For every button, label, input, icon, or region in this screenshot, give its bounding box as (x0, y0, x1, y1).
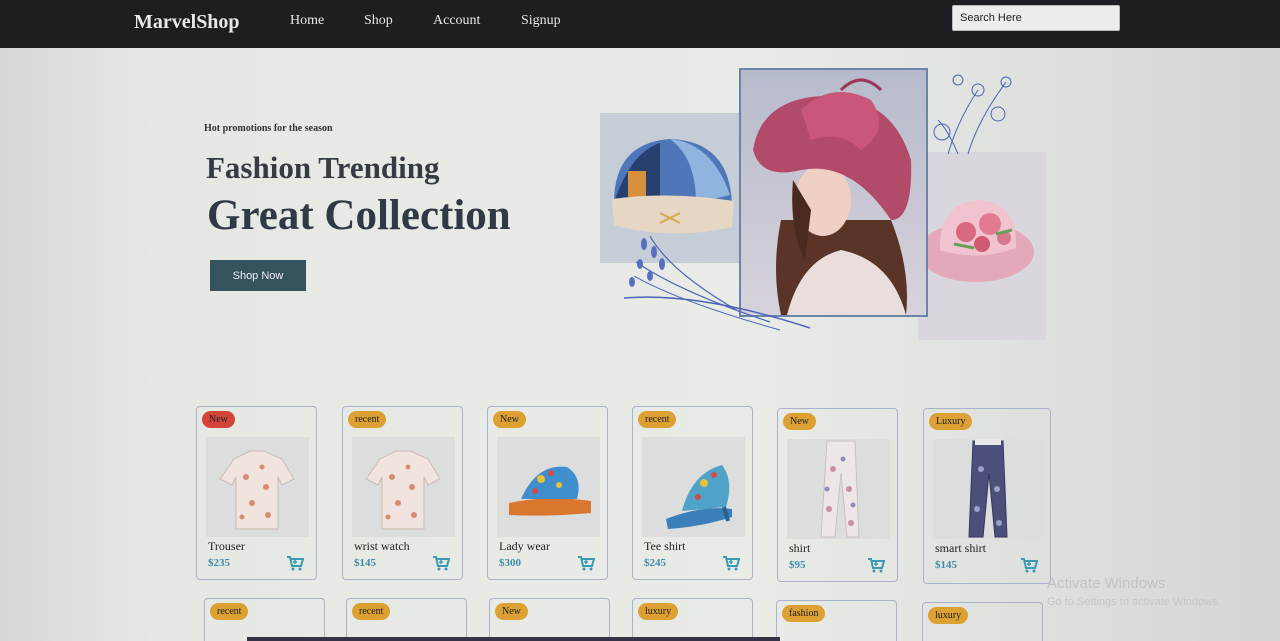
product-image-sandal (642, 437, 745, 537)
flowers-decoration (928, 70, 1018, 160)
product-badge: luxury (638, 603, 679, 620)
product-badge: recent (210, 603, 249, 620)
product-card[interactable]: recent (346, 598, 467, 641)
product-card[interactable]: New Trouser $235 (196, 406, 317, 580)
product-card[interactable]: fashion (776, 600, 897, 641)
activate-windows-title: Activate Windows (1047, 575, 1166, 592)
add-to-cart-icon[interactable] (577, 555, 596, 576)
product-image-shirt (352, 437, 455, 537)
product-badge: Luxury (929, 413, 973, 430)
navbar: MarvelShop Home Shop Account Signup (0, 0, 1280, 48)
add-to-cart-icon[interactable] (432, 555, 451, 576)
add-to-cart-icon[interactable] (722, 555, 741, 576)
product-image-pants (787, 439, 890, 539)
product-image-pants (933, 439, 1043, 539)
product-card[interactable]: New (489, 598, 610, 641)
product-name[interactable]: Tee shirt (644, 539, 685, 554)
product-badge: New (495, 603, 528, 620)
product-name[interactable]: smart shirt (935, 541, 986, 556)
product-card[interactable]: luxury (632, 598, 753, 641)
product-price: $300 (499, 557, 521, 569)
product-price: $145 (354, 557, 376, 569)
bottom-bar (247, 637, 780, 641)
add-to-cart-icon[interactable] (867, 557, 886, 578)
product-badge: New (202, 411, 235, 428)
product-price: $95 (789, 559, 806, 571)
product-name[interactable]: shirt (789, 541, 810, 556)
hero-title-line1: Fashion Trending (206, 150, 440, 185)
lavender-decoration (620, 232, 820, 347)
product-card[interactable]: recent Tee shirt $245 (632, 406, 753, 580)
product-badge: New (493, 411, 526, 428)
activate-windows-subtitle: Go to Settings to activate Windows. (1047, 596, 1221, 608)
floral-hat-image (918, 152, 1046, 340)
promo-subtitle: Hot promotions for the season (204, 123, 333, 134)
product-card[interactable]: New shirt $95 (777, 408, 898, 582)
product-name[interactable]: wrist watch (354, 539, 410, 554)
product-badge: recent (638, 411, 677, 428)
product-badge: New (783, 413, 816, 430)
product-badge: fashion (782, 605, 826, 622)
nav-link-signup[interactable]: Signup (521, 13, 561, 29)
product-card[interactable]: New Lady wear $300 (487, 406, 608, 580)
product-card[interactable]: luxury (922, 602, 1043, 641)
nav-link-account[interactable]: Account (433, 13, 480, 29)
product-name[interactable]: Lady wear (499, 539, 550, 554)
product-price: $145 (935, 559, 957, 571)
product-badge: luxury (928, 607, 969, 624)
product-badge: recent (352, 603, 391, 620)
nav-link-home[interactable]: Home (290, 13, 324, 29)
nav-link-shop[interactable]: Shop (364, 13, 393, 29)
product-image-shirt (206, 437, 309, 537)
add-to-cart-icon[interactable] (286, 555, 305, 576)
product-price: $235 (208, 557, 230, 569)
product-card[interactable]: recent (204, 598, 325, 641)
product-badge: recent (348, 411, 387, 428)
product-price: $245 (644, 557, 666, 569)
product-card[interactable]: recent wrist watch $145 (342, 406, 463, 580)
product-name[interactable]: Trouser (208, 539, 245, 554)
site-logo[interactable]: MarvelShop (134, 11, 240, 34)
product-card[interactable]: Luxury smart shirt $145 (923, 408, 1051, 584)
add-to-cart-icon[interactable] (1020, 557, 1039, 578)
shop-now-button[interactable]: Shop Now (210, 260, 306, 291)
hero-title-line2: Great Collection (207, 192, 511, 239)
search-input[interactable] (952, 5, 1120, 31)
product-image-sandal (497, 437, 600, 537)
